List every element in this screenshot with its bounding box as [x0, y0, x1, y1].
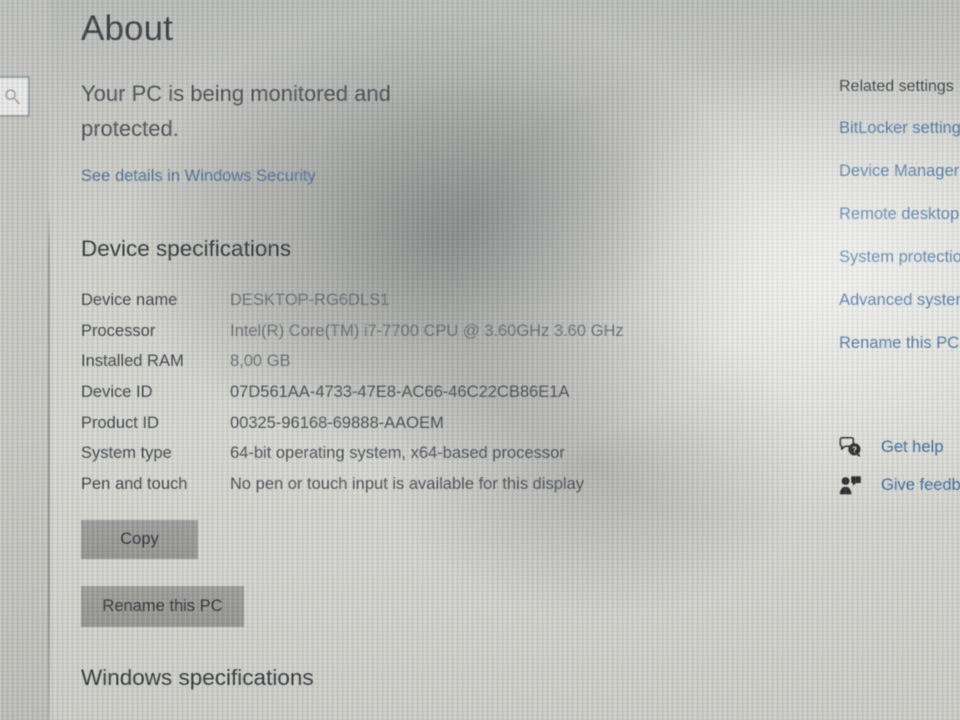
system-protection-link[interactable]: System protection: [839, 248, 960, 267]
spec-value: Intel(R) Core(TM) i7-7700 CPU @ 3.60GHz …: [230, 321, 624, 340]
spec-row: Installed RAM 8,00 GB: [81, 352, 624, 383]
related-settings-heading: Related settings: [839, 78, 954, 95]
spec-value: 00325-96168-69888-AAOEM: [230, 413, 444, 432]
support-panel: ? Get help Give feedback: [839, 428, 960, 504]
rename-this-pc-link[interactable]: Rename this PC: [839, 334, 960, 353]
device-specifications-table: Device name DESKTOP-RG6DLS1 Processor In…: [81, 291, 624, 506]
spec-value: 8,00 GB: [230, 352, 291, 371]
help-bubble-icon: ?: [839, 436, 869, 458]
spec-row: Processor Intel(R) Core(TM) i7-7700 CPU …: [81, 322, 624, 353]
advanced-system-settings-link[interactable]: Advanced system settings: [839, 291, 960, 310]
related-settings-panel: Related settings BitLocker settings Devi…: [839, 78, 960, 353]
spec-label: Installed RAM: [81, 352, 184, 371]
remote-desktop-link[interactable]: Remote desktop: [839, 205, 960, 224]
spec-row: Pen and touch No pen or touch input is a…: [81, 475, 624, 506]
give-feedback-label: Give feedback: [881, 475, 960, 494]
get-help-label: Get help: [881, 437, 944, 456]
about-settings-screen-photo: About Your PC is being monitored and pro…: [0, 0, 960, 720]
device-manager-link[interactable]: Device Manager: [839, 162, 960, 181]
spec-label: Processor: [81, 321, 156, 340]
spec-label: Device ID: [81, 383, 153, 402]
spec-value: No pen or touch input is available for t…: [230, 475, 585, 494]
get-help-row[interactable]: ? Get help: [839, 428, 960, 466]
page-title: About: [81, 9, 173, 48]
protection-status-text: Your PC is being monitored and protected…: [81, 81, 391, 141]
bitlocker-settings-link[interactable]: BitLocker settings: [839, 119, 960, 138]
device-specifications-heading: Device specifications: [81, 236, 292, 261]
search-icon: [4, 88, 21, 105]
spec-row: System type 64-bit operating system, x64…: [81, 444, 624, 475]
nav-content-divider: [48, 205, 50, 720]
spec-value: 64-bit operating system, x64-based proce…: [230, 444, 565, 463]
settings-content: About Your PC is being monitored and pro…: [0, 0, 960, 720]
rename-this-pc-button[interactable]: Rename this PC: [81, 586, 244, 627]
windows-specifications-heading: Windows specifications: [81, 665, 314, 690]
spec-value: 07D561AA-4733-47E8-AC66-46C22CB86E1A: [230, 383, 570, 402]
feedback-person-icon: [839, 475, 869, 496]
svg-text:?: ?: [852, 444, 857, 454]
spec-label: Device name: [81, 291, 178, 309]
search-input[interactable]: [0, 76, 30, 117]
spec-row: Product ID 00325-96168-69888-AAOEM: [81, 414, 624, 445]
spec-label: Product ID: [81, 413, 159, 432]
spec-value: DESKTOP-RG6DLS1: [230, 291, 390, 309]
spec-label: System type: [81, 444, 172, 463]
spec-row: Device name DESKTOP-RG6DLS1: [81, 291, 624, 322]
windows-security-details-link[interactable]: See details in Windows Security: [81, 167, 316, 186]
spec-row: Device ID 07D561AA-4733-47E8-AC66-46C22C…: [81, 383, 624, 414]
copy-button[interactable]: Copy: [81, 520, 198, 559]
give-feedback-row[interactable]: Give feedback: [839, 466, 960, 504]
spec-label: Pen and touch: [81, 475, 188, 494]
